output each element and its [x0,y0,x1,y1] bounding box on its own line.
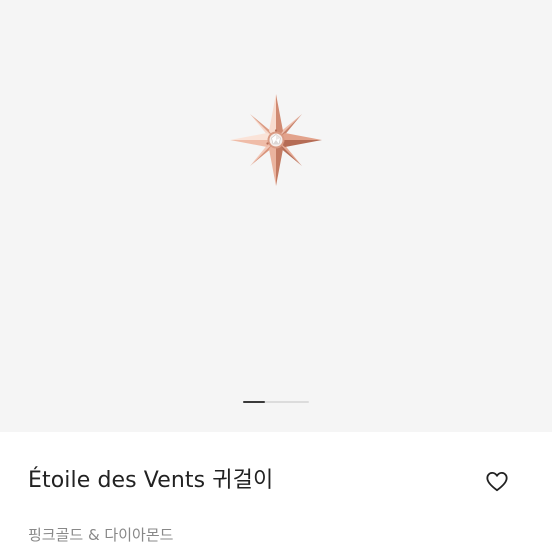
product-subtitle: 핑크골드 & 다이아몬드 [28,526,174,544]
carousel-indicator [243,401,309,404]
product-info: Étoile des Vents 귀걸이 핑크골드 & 다이아몬드 [0,432,552,552]
wishlist-button[interactable] [484,468,510,494]
carousel-active-thumb [243,401,265,403]
product-image-carousel[interactable] [0,0,552,432]
product-detail-page: Étoile des Vents 귀걸이 핑크골드 & 다이아몬드 [0,0,552,552]
heart-outline-icon [486,471,508,492]
star-earring-image [230,94,322,186]
product-title: Étoile des Vents 귀걸이 [28,468,274,493]
